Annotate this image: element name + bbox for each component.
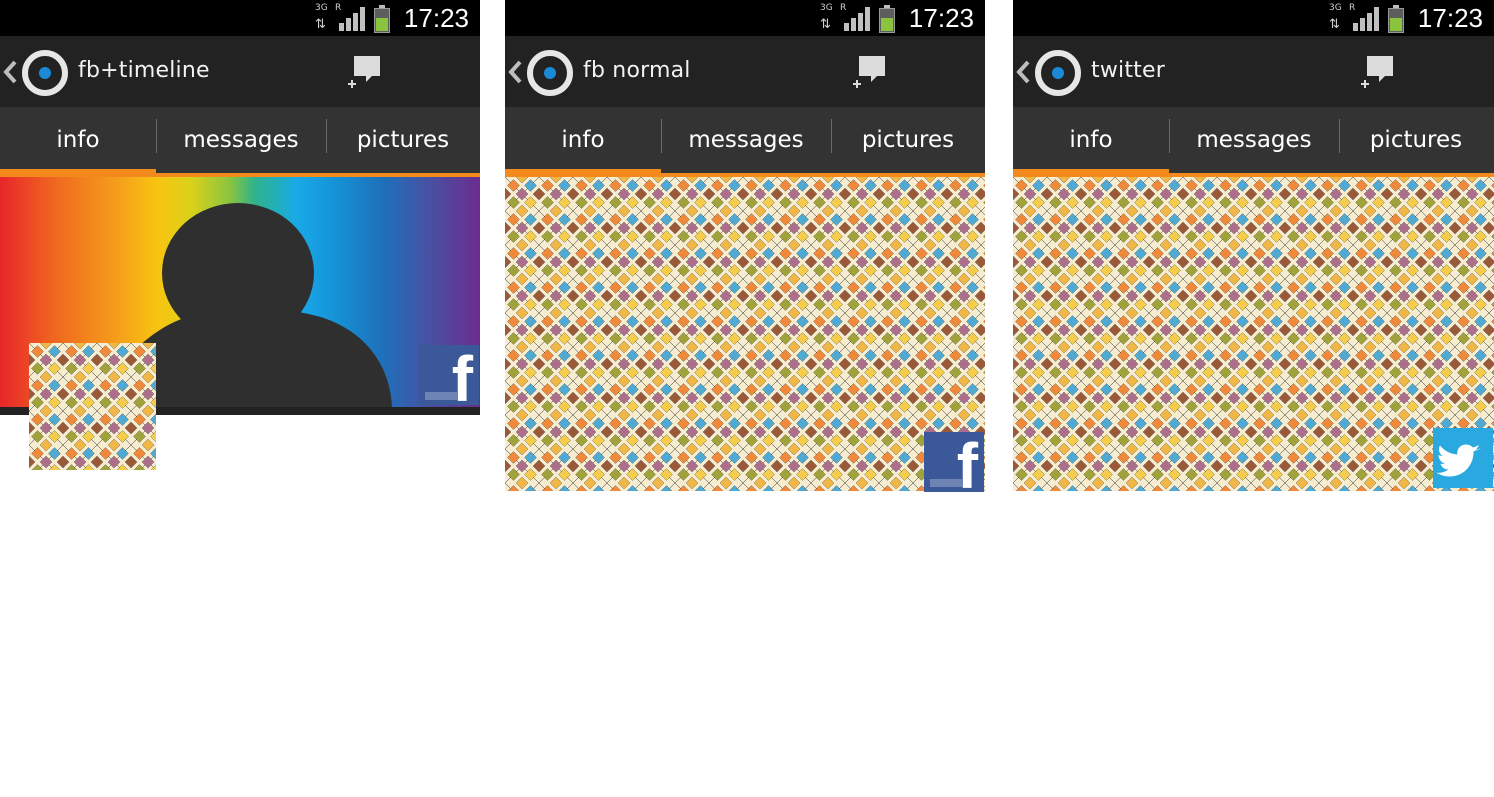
- signal-strength-icon: R: [335, 3, 365, 33]
- status-bar: 3G ⇅ R 17:23: [505, 0, 985, 36]
- tab-messages[interactable]: messages: [156, 107, 326, 173]
- action-bar: fb+timeline: [0, 36, 480, 107]
- new-message-icon[interactable]: [849, 54, 889, 92]
- new-message-icon[interactable]: [344, 54, 384, 92]
- status-bar: 3G ⇅ R 17:23: [0, 0, 480, 36]
- network-3g-icon: 3G ⇅: [820, 3, 833, 32]
- action-bar: fb normal: [505, 36, 985, 107]
- chevron-left-icon[interactable]: [507, 58, 523, 86]
- twitter-icon[interactable]: [1433, 428, 1493, 488]
- cover-photo: f: [505, 177, 985, 492]
- tab-pictures[interactable]: pictures: [831, 107, 985, 173]
- app-logo-icon[interactable]: [527, 50, 573, 96]
- tab-info[interactable]: info: [0, 107, 156, 177]
- app-logo-icon[interactable]: [22, 50, 68, 96]
- tab-pictures[interactable]: pictures: [1339, 107, 1493, 173]
- tab-pictures[interactable]: pictures: [326, 107, 480, 173]
- tab-bar: info messages pictures: [1013, 107, 1494, 177]
- new-message-icon[interactable]: [1357, 54, 1397, 92]
- action-bar: twitter: [1013, 36, 1494, 107]
- app-logo-icon[interactable]: [1035, 50, 1081, 96]
- battery-icon: [374, 5, 390, 33]
- page-title: fb normal: [583, 58, 691, 83]
- status-clock: 17:23: [1417, 3, 1483, 33]
- twitter-bird-icon: [1436, 444, 1481, 477]
- tab-info[interactable]: info: [505, 107, 661, 177]
- page-title: fb+timeline: [78, 58, 210, 83]
- cover-photo: [1013, 177, 1494, 491]
- facebook-icon[interactable]: f: [924, 432, 984, 492]
- tab-messages[interactable]: messages: [661, 107, 831, 173]
- status-bar: 3G ⇅ R 17:23: [1013, 0, 1494, 36]
- status-clock: 17:23: [908, 3, 974, 33]
- battery-icon: [1388, 5, 1404, 33]
- chevron-left-icon[interactable]: [2, 58, 18, 86]
- battery-icon: [879, 5, 895, 33]
- tab-info[interactable]: info: [1013, 107, 1169, 177]
- tab-messages[interactable]: messages: [1169, 107, 1339, 173]
- status-clock: 17:23: [403, 3, 469, 33]
- screen-fb-normal: 3G ⇅ R 17:23 fb normal info messages pic…: [505, 0, 985, 492]
- tab-bar: info messages pictures: [505, 107, 985, 177]
- signal-strength-icon: R: [1349, 3, 1379, 33]
- screen-twitter: 3G ⇅ R 17:23 twitter info messages pictu…: [1013, 0, 1494, 491]
- tab-bar: info messages pictures: [0, 107, 480, 177]
- network-3g-icon: 3G ⇅: [315, 3, 328, 32]
- chevron-left-icon[interactable]: [1015, 58, 1031, 86]
- page-title: twitter: [1091, 58, 1165, 83]
- signal-strength-icon: R: [840, 3, 870, 33]
- avatar[interactable]: [29, 343, 156, 470]
- network-3g-icon: 3G ⇅: [1329, 3, 1342, 32]
- facebook-icon[interactable]: f: [419, 345, 479, 405]
